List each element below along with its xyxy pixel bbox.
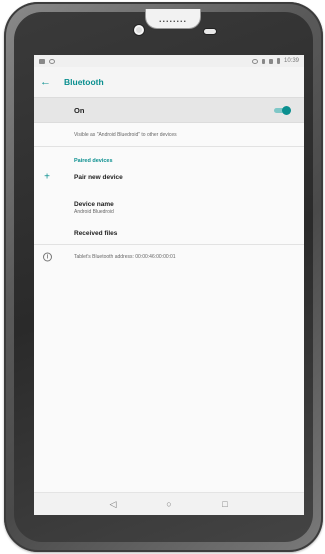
received-files-item[interactable]: Received files [34,223,304,245]
page-title: Bluetooth [64,77,104,87]
light-sensor [203,28,217,35]
home-nav-icon[interactable]: ○ [162,499,176,509]
toolbar: ← Bluetooth [34,67,304,97]
plus-icon: + [44,171,50,183]
bluetooth-status-icon [261,58,265,64]
sync-icon [49,58,55,64]
recents-nav-icon[interactable]: □ [218,499,232,509]
alarm-icon [251,58,258,64]
notification-icon [39,58,45,64]
toggle-thumb [282,106,291,115]
device-name-value: Android Bluedroid [74,209,114,215]
device-name-title: Device name [74,201,114,208]
bluetooth-master-switch[interactable]: On [34,97,304,123]
master-switch-label: On [74,105,85,115]
info-icon: i [43,252,52,262]
section-title: Paired devices [74,158,113,164]
speaker-grille: ........ [145,9,201,29]
pair-new-device-label: Pair new device [74,173,123,181]
camera-icon [134,25,144,35]
visibility-text: Visible as "Android Bluedroid" to other … [74,131,177,138]
paired-devices-header: Paired devices [34,147,304,167]
visibility-info: Visible as "Android Bluedroid" to other … [34,123,304,147]
received-files-label: Received files [74,230,118,237]
navigation-bar: ◁ ○ □ [34,492,304,515]
status-left-icons [39,58,55,64]
arrow-left-icon[interactable]: ← [40,76,64,88]
status-bar: 10:39 [34,55,304,67]
pair-new-device-item[interactable]: + Pair new device [34,167,304,187]
status-time: 10:39 [283,58,299,64]
screen: 10:39 ← Bluetooth On Visible as "Android… [34,55,304,515]
back-nav-icon[interactable]: ◁ [106,499,120,510]
bluetooth-toggle[interactable] [274,106,291,115]
bluetooth-address-info: i Tablet's Bluetooth address: 00:00:46:0… [34,245,304,269]
tablet-frame: ........ 10:39 ← Bluetooth On Visible as… [4,2,323,552]
status-right-icons: 10:39 [251,58,299,64]
device-name-item[interactable]: Device name Android Bluedroid [34,193,304,223]
bluetooth-address-text: Tablet's Bluetooth address: 00:00:46:00:… [74,254,176,260]
battery-icon [276,58,280,64]
wifi-icon [268,58,273,64]
